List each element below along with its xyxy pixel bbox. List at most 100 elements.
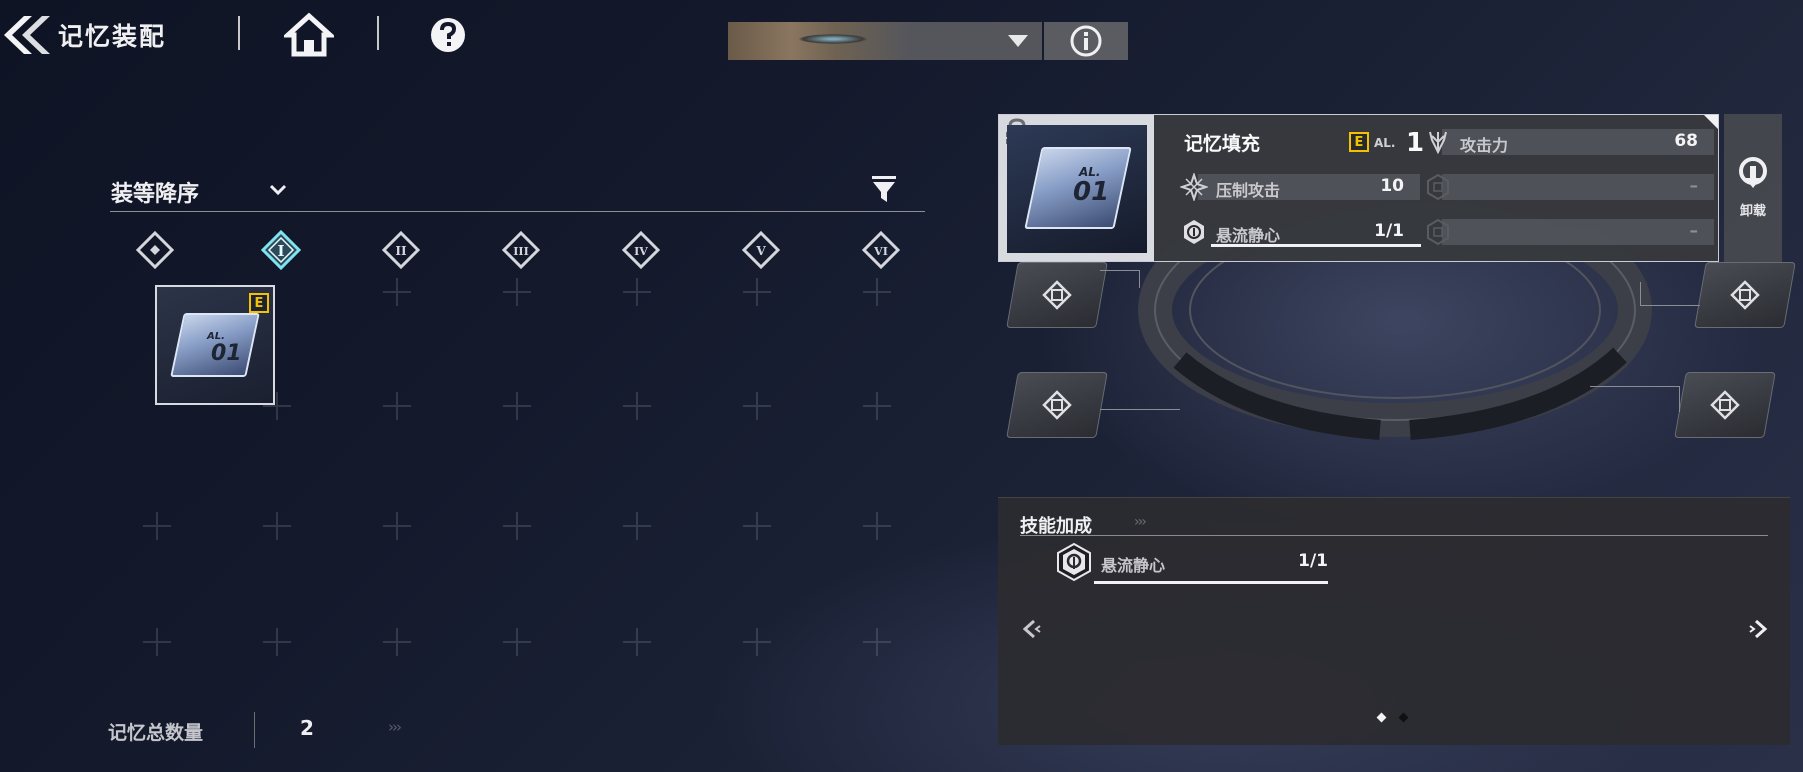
tier-3-label: III xyxy=(513,245,528,258)
empty-slot-marker xyxy=(863,278,891,306)
help-button[interactable] xyxy=(428,15,468,55)
triple-chevron-icon: ››› xyxy=(1134,514,1147,530)
triple-chevron-icon[interactable]: ››› xyxy=(388,718,402,736)
empty-slot-marker xyxy=(143,512,171,540)
total-label: 记忆总数量 xyxy=(108,722,204,744)
empty-slot-marker xyxy=(383,392,411,420)
tab-all[interactable] xyxy=(135,230,175,270)
skill-icon xyxy=(1057,542,1091,582)
stat-label: 悬流静心 xyxy=(1216,226,1281,245)
info-button[interactable] xyxy=(1044,22,1128,60)
unload-button[interactable]: 卸载 xyxy=(1724,114,1782,262)
page-dot[interactable] xyxy=(1398,712,1409,723)
tab-tier-4[interactable]: IV xyxy=(621,230,661,270)
al-label: AL. xyxy=(1374,136,1396,150)
stat-row-skill[interactable]: 悬流静心 1/1 xyxy=(1180,217,1421,247)
filter-icon[interactable] xyxy=(870,174,898,204)
home-button[interactable] xyxy=(281,12,337,58)
tier-6-label: VI xyxy=(873,245,888,258)
detail-card-frame: AL. 01 xyxy=(1007,125,1147,253)
inventory-memory-card[interactable]: AL. 01 E xyxy=(155,285,275,405)
chevron-left-icon[interactable] xyxy=(1020,618,1042,640)
suppress-attack-icon xyxy=(1180,173,1208,201)
empty-slot-marker xyxy=(263,628,291,656)
page-dot-active[interactable] xyxy=(1376,712,1387,723)
circuit-line xyxy=(1100,270,1140,288)
memory-name: 记忆填充 xyxy=(1184,133,1261,155)
memory-total-row: 记忆总数量 2 ››› xyxy=(108,710,428,750)
empty-stat-icon xyxy=(1427,173,1449,201)
tab-tier-5[interactable]: V xyxy=(741,230,781,270)
tab-tier-6[interactable]: VI xyxy=(861,230,901,270)
circuit-line xyxy=(1100,388,1180,410)
tier-1-label: I xyxy=(277,242,284,260)
circuit-line xyxy=(1640,282,1700,306)
divider xyxy=(238,16,240,50)
empty-slot-marker xyxy=(383,628,411,656)
skill-bonus-header: 技能加成 ››› xyxy=(1020,512,1768,537)
skill-underline xyxy=(1094,581,1328,584)
skill-label: 悬流静心 xyxy=(1101,556,1166,575)
stat-value: 10 xyxy=(1380,176,1404,196)
empty-slot-marker xyxy=(623,512,651,540)
total-value: 2 xyxy=(300,716,314,740)
stat-row-suppress-attack: 压制攻击 10 xyxy=(1180,172,1420,202)
tier-1-selected-icon: I xyxy=(260,229,302,271)
memory-socket[interactable] xyxy=(1006,372,1108,438)
empty-slot-marker xyxy=(863,512,891,540)
empty-slot-marker xyxy=(503,512,531,540)
socket-empty-icon xyxy=(1042,390,1072,420)
empty-slot-marker xyxy=(623,392,651,420)
memory-socket[interactable] xyxy=(1006,262,1108,328)
info-icon xyxy=(1070,25,1102,57)
tab-tier-2[interactable]: II xyxy=(381,230,421,270)
stat-value: 68 xyxy=(1674,131,1698,151)
card-number: 01 xyxy=(211,341,242,366)
skill-value: 1/1 xyxy=(1298,551,1328,571)
tab-tier-3[interactable]: III xyxy=(501,230,541,270)
memory-ring xyxy=(1138,230,1652,440)
empty-slot-marker xyxy=(383,278,411,306)
empty-slot-marker xyxy=(143,628,171,656)
character-portrait xyxy=(728,22,908,60)
empty-slot-marker xyxy=(863,392,891,420)
chevron-right-icon[interactable] xyxy=(1748,618,1770,640)
tier-3-icon: III xyxy=(501,230,541,270)
empty-slot-marker xyxy=(263,512,291,540)
socket-empty-icon xyxy=(1730,280,1760,310)
card-number: 01 xyxy=(1073,177,1110,207)
memory-socket[interactable] xyxy=(1674,372,1776,438)
empty-slot-marker xyxy=(503,278,531,306)
stat-bg xyxy=(1442,219,1714,245)
sort-label[interactable]: 装等降序 xyxy=(111,176,199,208)
socket-empty-icon xyxy=(1710,390,1740,420)
tier-2-label: II xyxy=(395,244,407,258)
skill-underline xyxy=(1211,244,1421,247)
corner-notch xyxy=(1704,115,1718,129)
page-indicator xyxy=(1376,712,1418,724)
attack-icon xyxy=(1429,131,1447,155)
stat-row-empty: – xyxy=(1424,217,1714,247)
socket-empty-icon xyxy=(1042,280,1072,310)
skill-bonus-entry[interactable]: 悬流静心 1/1 xyxy=(1054,542,1328,584)
empty-slot-marker xyxy=(863,628,891,656)
al-value: 1 xyxy=(1406,128,1425,158)
chevron-down-icon[interactable] xyxy=(268,180,288,200)
tab-tier-1[interactable]: I xyxy=(260,229,302,271)
tier-2-icon: II xyxy=(381,230,421,270)
tier-6-icon: VI xyxy=(861,230,901,270)
rank-badge: E xyxy=(1349,132,1369,152)
empty-slot-marker xyxy=(743,278,771,306)
empty-slot-marker xyxy=(743,392,771,420)
skill-icon xyxy=(1184,220,1204,244)
stat-row-attack: 攻击力 68 xyxy=(1424,127,1714,157)
stat-row-empty: – xyxy=(1424,172,1714,202)
question-icon xyxy=(431,18,465,52)
memory-socket[interactable] xyxy=(1694,262,1796,328)
double-chevron-left-icon xyxy=(4,16,50,54)
empty-stat-icon xyxy=(1427,218,1449,246)
unload-icon xyxy=(1739,157,1767,188)
home-icon xyxy=(281,12,337,57)
character-select-dropdown[interactable] xyxy=(728,22,1042,60)
back-button[interactable]: 记忆装配 xyxy=(0,10,200,60)
